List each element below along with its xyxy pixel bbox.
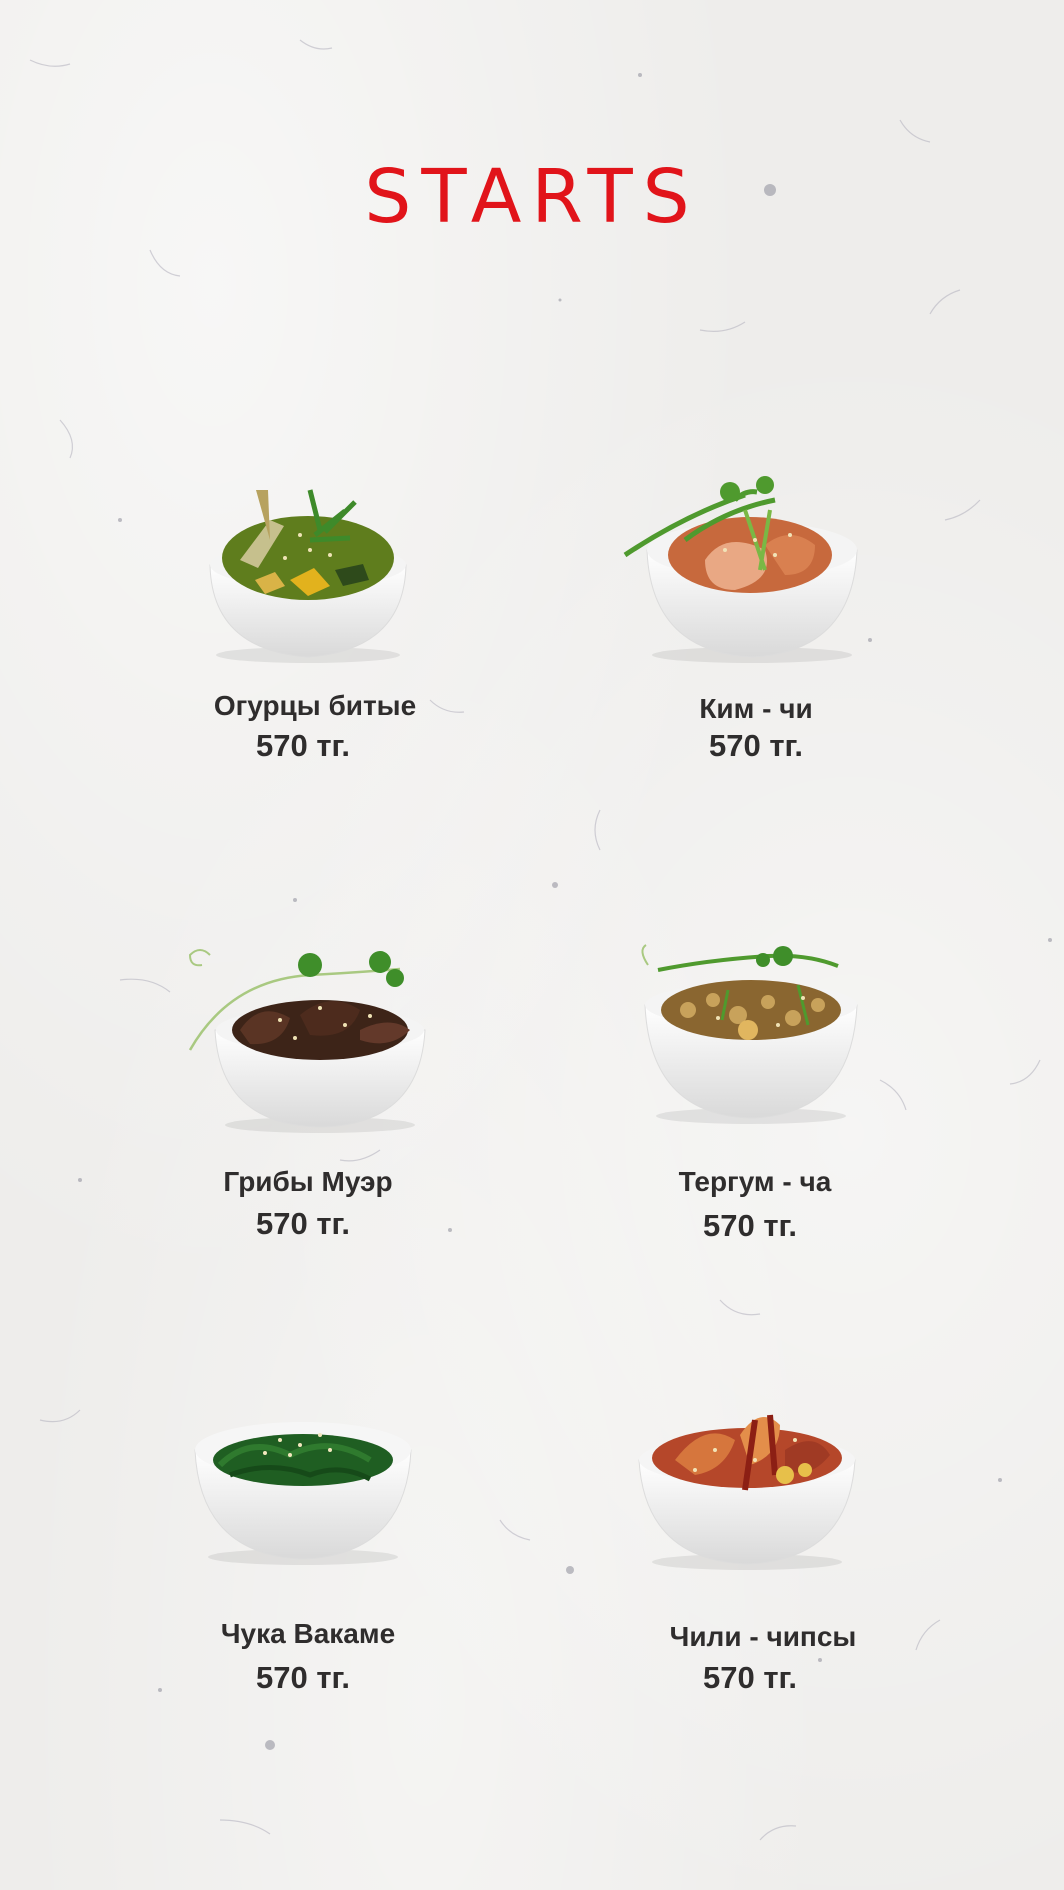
menu-item-price: 570 тг. [256,728,350,763]
menu-item-name: Огурцы битые [213,690,417,721]
cucumber-salad-bowl-icon [209,489,407,663]
menu-item-name: Тергум - ча [678,1166,832,1197]
chili-chips-bowl-icon [638,1414,856,1570]
menu-item-name: Чука Вакаме [220,1618,396,1649]
menu-item-chili-chips[interactable] [635,1400,935,1700]
menu-item-name: Грибы Муэр [223,1166,393,1197]
kimchi-bowl-icon [623,476,858,663]
menu-item-name: Чили - чипсы [669,1621,857,1652]
mushroom-bowl-icon [188,949,426,1133]
menu-item-name: Ким - чи [699,693,813,724]
menu-item-price: 570 тг. [709,728,803,763]
seaweed-salad-bowl-icon [194,1422,412,1565]
menu-item-price: 570 тг. [703,1660,797,1695]
menu-item-price: 570 тг. [256,1206,350,1241]
menu-item-wakame[interactable] [190,1395,490,1695]
menu-item-price: 570 тг. [703,1208,797,1243]
menu-title: STARTS [364,154,700,240]
menu-item-price: 570 тг. [256,1660,350,1695]
tergum-cha-bowl-icon [641,944,858,1124]
